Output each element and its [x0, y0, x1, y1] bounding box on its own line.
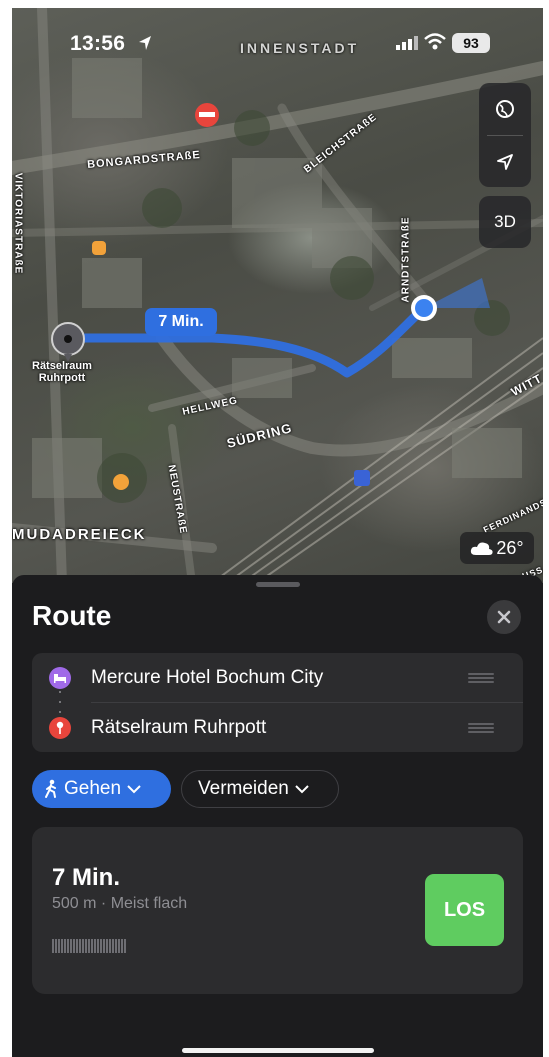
destination-label-line2: Ruhrpott: [38, 372, 86, 384]
street-label-viktoriastrasse: VIKTORIASTRAßE: [12, 172, 24, 275]
street-label-arndtstrasse: ARNDTSTRAßE: [400, 216, 412, 303]
route-details: 500 m · Meist flach: [52, 895, 188, 912]
transport-mode-label: Gehen: [64, 778, 122, 799]
sheet-title: Route: [32, 600, 112, 631]
globe-icon: [496, 100, 514, 118]
transport-mode-button[interactable]: Gehen: [32, 770, 171, 808]
view-3d-label: 3D: [494, 212, 516, 231]
route-stops-list: Mercure Hotel Bochum City Rätselraum Ruh…: [32, 653, 523, 752]
phone-screen: 13:56 93 INNENSTADT BONGARDSTRAßE BLEICH…: [12, 8, 543, 1057]
route-sheet: Route Mercure Hotel Bochum City Rätselra…: [12, 575, 543, 1057]
stop-row-start[interactable]: Mercure Hotel Bochum City: [32, 653, 523, 702]
reorder-handle-icon[interactable]: [468, 672, 494, 683]
wifi-icon: [424, 33, 446, 50]
route-duration: 7 Min.: [52, 864, 121, 891]
cloud-icon: [471, 542, 493, 555]
home-indicator[interactable]: [182, 1048, 374, 1053]
chevron-down-icon: [127, 784, 141, 793]
avoid-options-label: Vermeiden: [198, 778, 289, 799]
location-arrow-icon: [139, 36, 151, 50]
reorder-handle-icon[interactable]: [468, 722, 494, 733]
avoid-options-button[interactable]: Vermeiden: [181, 770, 339, 808]
close-icon: [497, 610, 511, 624]
stop-row-destination[interactable]: Rätselraum Ruhrpott: [32, 703, 523, 752]
status-bar: 13:56 93: [12, 8, 543, 68]
route-option-card[interactable]: 7 Min. 500 m · Meist flach LOS: [32, 827, 523, 994]
route-time-label[interactable]: 7 Min.: [145, 308, 217, 336]
street-label-innenstadt: INNENSTADT: [240, 40, 360, 56]
weather-temperature: 26°: [496, 537, 524, 558]
destination-label-line1: Rätselraum: [32, 360, 92, 372]
status-time: 13:56: [70, 32, 126, 55]
go-button[interactable]: LOS: [425, 874, 504, 946]
pin-icon: [49, 716, 71, 739]
close-button[interactable]: [487, 600, 521, 634]
battery-indicator: 93: [452, 33, 490, 53]
view-3d-button[interactable]: 3D: [479, 196, 531, 248]
stop-start-label: Mercure Hotel Bochum City: [91, 666, 324, 688]
map-controls-group: [479, 83, 531, 187]
locate-me-button[interactable]: [479, 136, 531, 188]
location-arrow-icon: [497, 154, 513, 170]
walk-icon: [45, 779, 56, 798]
street-label-bermudadreieck: MUDADREIECK: [12, 526, 147, 543]
sheet-grabber[interactable]: [256, 582, 300, 587]
map-mode-button[interactable]: [479, 83, 531, 135]
elevation-profile: [52, 939, 126, 953]
weather-badge: 26°: [460, 532, 534, 564]
map-view[interactable]: 13:56 93 INNENSTADT BONGARDSTRAßE BLEICH…: [12, 8, 543, 583]
map-streets-layer: [12, 8, 543, 583]
chevron-down-icon: [295, 784, 309, 793]
destination-label[interactable]: Rätselraum Ruhrpott: [32, 360, 92, 384]
stop-destination-label: Rätselraum Ruhrpott: [91, 716, 267, 738]
bed-icon: [49, 666, 71, 689]
cellular-signal-icon: [396, 36, 418, 50]
